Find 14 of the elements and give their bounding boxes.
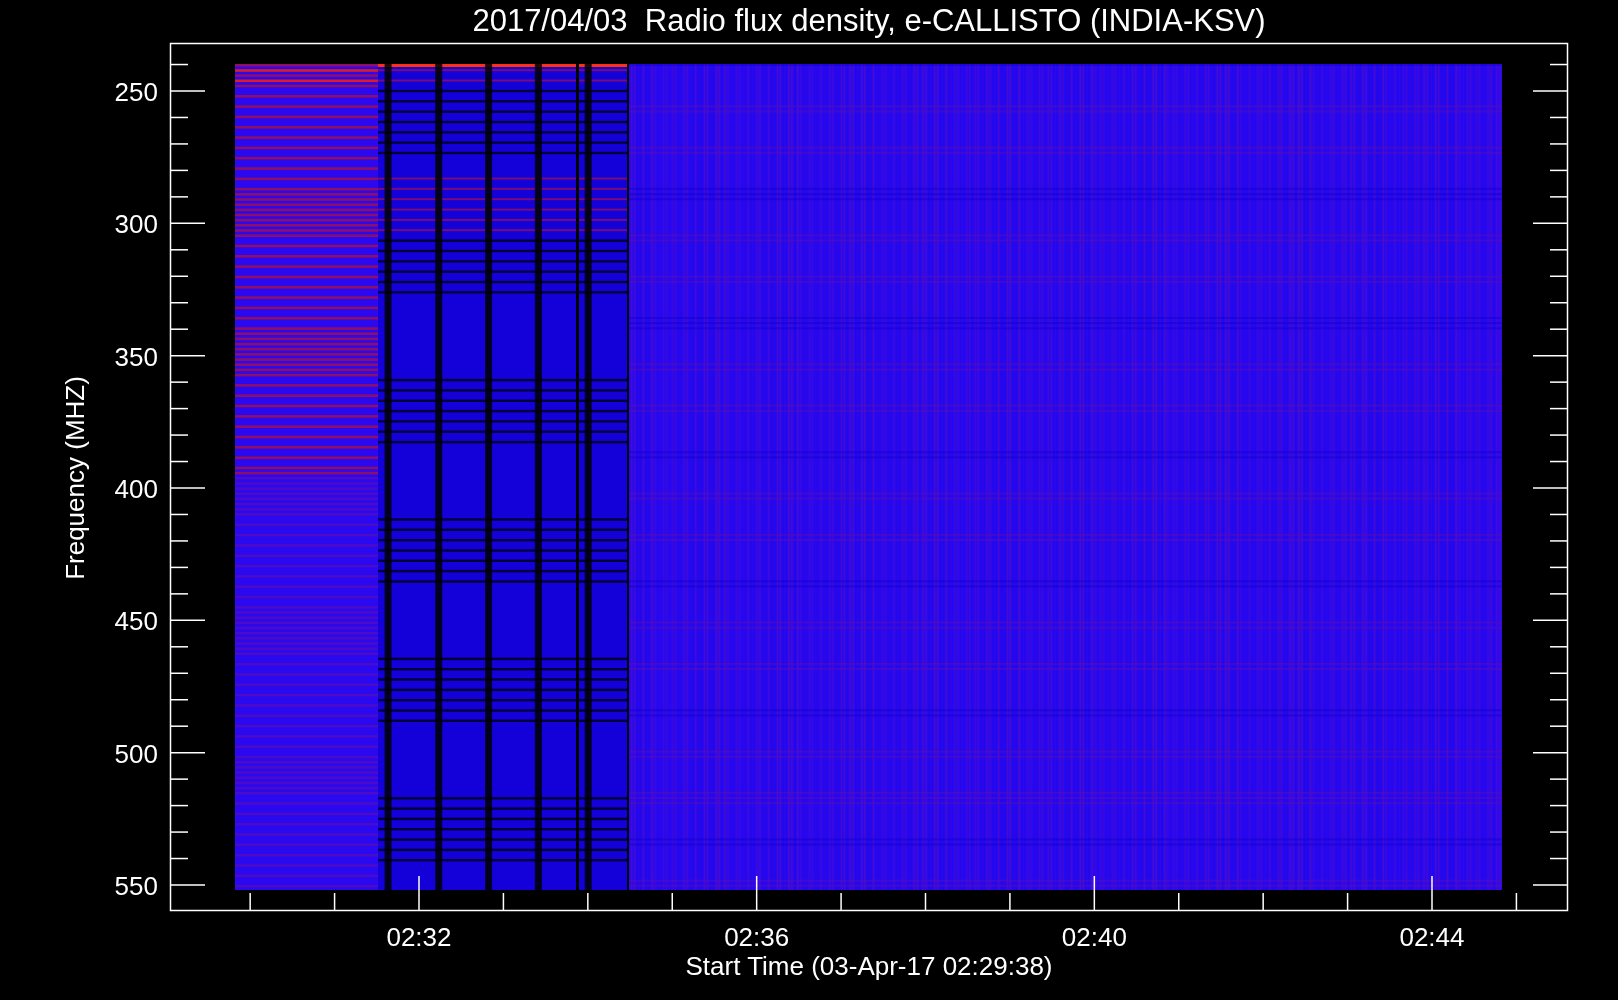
x-axis-label: Start Time (03-Apr-17 02:29:38) — [685, 951, 1053, 981]
y-tick-label: 350 — [114, 341, 158, 372]
y-tick-label: 450 — [114, 606, 158, 637]
y-tick-label: 300 — [114, 209, 158, 240]
chart-title: 2017/04/03 Radio flux density, e-CALLISTO (INDIA-KSV) — [472, 3, 1266, 38]
x-tick-label: 02:40 — [1061, 922, 1127, 952]
x-tick-label: 02:44 — [1399, 922, 1465, 952]
y-tick-label: 250 — [114, 77, 158, 107]
x-tick-label: 02:36 — [724, 922, 790, 952]
x-tick-label: 02:32 — [386, 922, 452, 952]
y-tick-label: 400 — [114, 474, 158, 504]
y-tick-label: 500 — [114, 738, 158, 769]
y-tick-label: 550 — [114, 871, 158, 901]
y-axis-label: Frequency (MHZ) — [60, 376, 90, 580]
